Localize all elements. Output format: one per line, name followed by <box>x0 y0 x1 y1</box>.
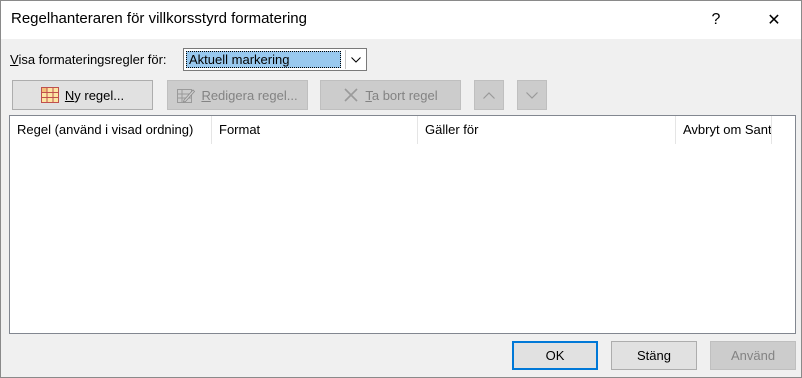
show-rules-selected-value: Aktuell markering <box>186 51 341 68</box>
edit-rule-icon <box>177 89 196 103</box>
new-rule-accesskey: N <box>64 87 75 103</box>
rules-list[interactable]: Regel (använd i visad ordning) Format Gä… <box>9 115 796 334</box>
new-rule-grid-icon <box>40 87 59 103</box>
delete-rule-label-text: a bort regel <box>371 87 438 103</box>
close-icon: ✕ <box>767 12 781 29</box>
new-rule-label: Ny regel... <box>65 88 124 103</box>
column-header-format[interactable]: Format <box>212 116 418 144</box>
chevron-down-icon <box>350 56 361 63</box>
edit-rule-accesskey: R <box>201 87 211 103</box>
edit-rule-button[interactable]: Redigera regel... <box>167 80 308 110</box>
dialog-title: Regelhanteraren för villkorsstyrd format… <box>11 10 307 27</box>
chevron-up-icon <box>483 91 495 99</box>
chevron-down-icon <box>526 91 538 99</box>
close-window-button[interactable]: ✕ <box>751 1 797 39</box>
show-rules-label-text: isa formateringsregler för: <box>18 52 167 67</box>
help-button[interactable]: ? <box>693 1 739 39</box>
ok-button[interactable]: OK <box>512 341 598 370</box>
move-down-button[interactable] <box>517 80 547 110</box>
help-icon: ? <box>711 11 721 28</box>
edit-rule-label: Redigera regel... <box>201 88 297 103</box>
column-header-stop-if-true[interactable]: Avbryt om Sant <box>676 116 772 144</box>
delete-rule-label: Ta bort regel <box>365 88 437 103</box>
close-button[interactable]: Stäng <box>611 341 697 370</box>
delete-rule-button[interactable]: Ta bort regel <box>320 80 461 110</box>
title-bar[interactable]: Regelhanteraren för villkorsstyrd format… <box>1 1 801 39</box>
move-up-button[interactable] <box>474 80 504 110</box>
edit-rule-label-text: edigera regel... <box>210 87 298 103</box>
new-rule-label-text: y regel... <box>74 87 125 103</box>
new-rule-button[interactable]: Ny regel... <box>12 80 153 110</box>
conditional-formatting-dialog: Regelhanteraren för villkorsstyrd format… <box>0 0 802 378</box>
column-header-rule[interactable]: Regel (använd i visad ordning) <box>10 116 212 144</box>
column-header-applies-to[interactable]: Gäller för <box>418 116 676 144</box>
dropdown-arrow-button[interactable] <box>345 50 365 69</box>
show-rules-label: Visa formateringsregler för: <box>10 52 167 67</box>
apply-button[interactable]: Använd <box>710 341 796 370</box>
delete-x-icon <box>344 88 358 102</box>
show-rules-dropdown[interactable]: Aktuell markering <box>183 48 367 71</box>
